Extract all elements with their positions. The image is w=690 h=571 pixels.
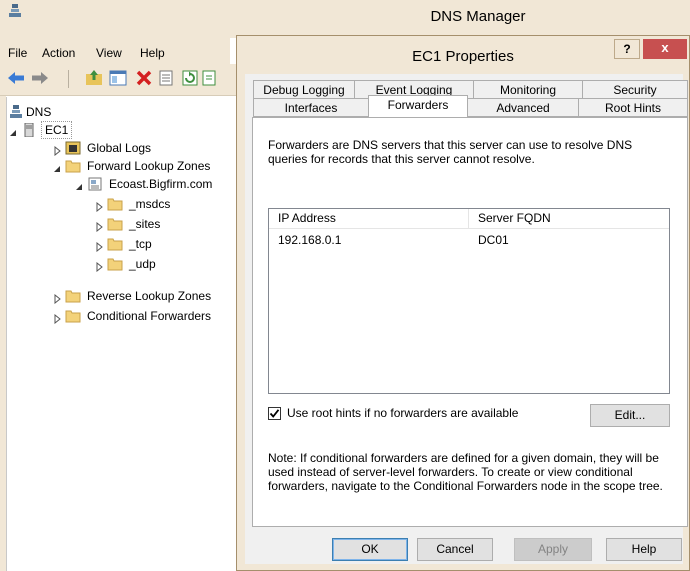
show-hide-console-tree-icon[interactable]: [108, 68, 128, 88]
folder-icon: [65, 309, 81, 323]
collapsed-triangle-icon[interactable]: [52, 291, 62, 305]
dns-icon: [8, 105, 24, 119]
column-header-server-fqdn[interactable]: Server FQDN: [469, 209, 669, 229]
menu-action[interactable]: Action: [42, 46, 75, 60]
tree-node-ec1[interactable]: EC1: [8, 121, 108, 139]
export-list-icon[interactable]: [202, 68, 216, 88]
tree-node-tcp[interactable]: _tcp: [94, 235, 194, 253]
checkmark-icon: [269, 409, 280, 418]
apply-button[interactable]: Apply: [514, 538, 592, 561]
collapsed-triangle-icon[interactable]: [94, 259, 104, 273]
expanded-triangle-icon[interactable]: [8, 125, 18, 136]
menu-file[interactable]: File: [8, 46, 27, 60]
forwarders-description: Forwarders are DNS servers that this ser…: [268, 138, 633, 166]
folder-icon: [65, 159, 81, 173]
menu-help[interactable]: Help: [140, 46, 165, 60]
tree-label: Ecoast.Bigfirm.com: [109, 177, 213, 191]
expanded-triangle-icon[interactable]: [74, 179, 84, 190]
collapsed-triangle-icon[interactable]: [52, 311, 62, 325]
tree-label: DNS: [26, 105, 52, 119]
tree-label: Forward Lookup Zones: [87, 159, 211, 173]
collapsed-triangle-icon[interactable]: [94, 219, 104, 233]
tree-node-global-logs[interactable]: Global Logs: [52, 139, 202, 157]
root-hints-checkbox[interactable]: [268, 407, 281, 420]
folder-icon: [107, 237, 123, 251]
tree-label: _msdcs: [129, 197, 171, 211]
tab-debug-logging[interactable]: Debug Logging: [253, 80, 355, 99]
collapsed-triangle-icon[interactable]: [52, 143, 62, 157]
tab-advanced[interactable]: Advanced: [467, 98, 579, 117]
zone-icon: [87, 177, 103, 191]
back-arrow-icon[interactable]: [6, 68, 26, 88]
tree-node-sites[interactable]: _sites: [94, 215, 194, 233]
tab-root-hints[interactable]: Root Hints: [578, 98, 688, 117]
up-folder-icon[interactable]: [84, 68, 104, 88]
tab-forwarders[interactable]: Forwarders: [368, 95, 468, 117]
tree-label: _tcp: [129, 237, 152, 251]
global-logs-icon: [65, 141, 81, 155]
tab-interfaces[interactable]: Interfaces: [253, 98, 369, 117]
tree-node-dns[interactable]: DNS: [8, 103, 68, 121]
tab-security[interactable]: Security: [582, 80, 688, 99]
tree-label: Global Logs: [87, 141, 152, 155]
help-button[interactable]: Help: [606, 538, 682, 561]
cancel-button[interactable]: Cancel: [417, 538, 493, 561]
server-icon: [21, 122, 37, 138]
cell-ip-address: 192.168.0.1: [278, 233, 342, 247]
column-header-ip-address[interactable]: IP Address: [269, 209, 469, 229]
toolbar-separator: [68, 70, 69, 88]
tree-label: _udp: [129, 257, 156, 271]
forward-arrow-icon[interactable]: [30, 68, 50, 88]
tree-label: _sites: [129, 217, 161, 231]
root-hints-label[interactable]: Use root hints if no forwarders are avai…: [287, 406, 518, 420]
folder-icon: [107, 217, 123, 231]
close-button[interactable]: x: [643, 39, 687, 59]
edit-button[interactable]: Edit...: [590, 404, 670, 427]
tree-node-msdcs[interactable]: _msdcs: [94, 195, 194, 213]
tree-node-ecoast-zone[interactable]: Ecoast.Bigfirm.com: [74, 175, 234, 193]
folder-icon: [107, 197, 123, 211]
conditional-forwarders-note: Note: If conditional forwarders are defi…: [268, 451, 663, 493]
properties-icon[interactable]: [156, 68, 176, 88]
collapsed-triangle-icon[interactable]: [94, 239, 104, 253]
folder-icon: [107, 257, 123, 271]
tree-node-conditional-forwarders[interactable]: Conditional Forwarders: [52, 307, 242, 325]
collapsed-triangle-icon[interactable]: [94, 199, 104, 213]
menu-view[interactable]: View: [96, 46, 122, 60]
help-title-button[interactable]: ?: [614, 39, 640, 59]
app-title: DNS Manager: [430, 8, 526, 25]
refresh-icon[interactable]: [180, 68, 200, 88]
expanded-triangle-icon[interactable]: [52, 161, 62, 172]
tree-node-forward-lookup-zones[interactable]: Forward Lookup Zones: [52, 157, 242, 175]
tree-node-reverse-lookup-zones[interactable]: Reverse Lookup Zones: [52, 287, 242, 305]
folder-icon: [65, 289, 81, 303]
delete-icon[interactable]: [134, 68, 154, 88]
cell-server-fqdn: DC01: [478, 233, 509, 247]
table-row[interactable]: 192.168.0.1 DC01: [269, 231, 669, 249]
tree-label: Conditional Forwarders: [87, 309, 212, 323]
ok-button[interactable]: OK: [332, 538, 408, 561]
tree-label: Reverse Lookup Zones: [87, 289, 212, 303]
tree-node-udp[interactable]: _udp: [94, 255, 194, 273]
tab-monitoring[interactable]: Monitoring: [473, 80, 583, 99]
tree-label: EC1: [41, 121, 73, 139]
